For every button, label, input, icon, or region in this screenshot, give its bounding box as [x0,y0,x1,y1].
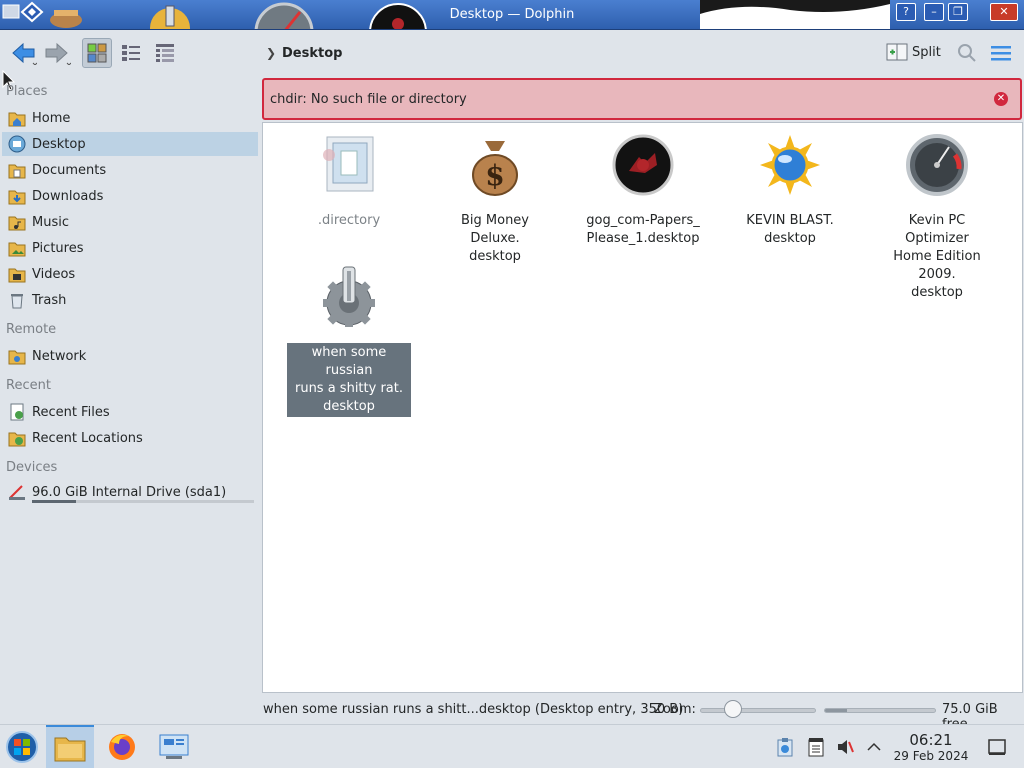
hamburger-menu-button[interactable] [986,38,1016,68]
error-message-text: chdir: No such file or directory [270,92,467,107]
taskbar-firefox[interactable] [100,725,144,768]
file-item-directory[interactable]: .directory [287,133,411,231]
compact-view-icon [122,45,140,61]
icons-view-button[interactable] [82,38,112,68]
zoom-slider-track[interactable] [700,708,816,713]
window-title: Desktop — Dolphin [449,7,575,22]
error-message-banner: chdir: No such file or directory ✕ [262,78,1022,120]
clock-date[interactable]: 29 Feb 2024 [886,749,976,763]
music-folder-icon [8,216,26,231]
breadcrumb-desktop[interactable]: Desktop [282,46,342,61]
sidebar-item-desktop[interactable]: Desktop [2,132,258,156]
split-label: Split [912,44,941,60]
videos-folder-icon [8,268,26,283]
free-space-bar [824,708,936,713]
sidebar-item-documents[interactable]: Documents [2,158,258,182]
free-space-fill [825,709,847,712]
svg-text:$: $ [485,159,504,192]
selection-info: when some russian runs a shitt...desktop… [263,702,684,717]
clock-time[interactable]: 06:21 [896,731,966,749]
drive-icon [9,485,25,500]
search-icon [958,44,976,62]
forward-button[interactable] [42,38,72,68]
file-item-kevin-pc-optimizer[interactable]: Kevin PC Optimizer Home Edition 2009. de… [875,133,999,303]
file-item-big-money-deluxe[interactable]: $ Big Money Deluxe. desktop [433,133,557,267]
show-desktop-icon[interactable] [988,737,1006,757]
gauge-icon [906,134,968,196]
pictures-folder-icon [8,242,26,257]
folder-icon [54,737,86,762]
sun-globe-icon [760,135,820,195]
arrow-right-icon [45,42,71,65]
notes-icon[interactable] [808,737,824,757]
split-view-icon [886,43,908,61]
drive-usage-bar [32,500,254,503]
sidebar-item-recent-files[interactable]: Recent Files [2,400,258,424]
network-folder-icon [8,350,26,365]
split-button[interactable]: Split [886,42,941,62]
sidebar-item-recent-locations[interactable]: Recent Locations [2,426,258,450]
sidebar-item-videos[interactable]: Videos [2,262,258,286]
start-menu-button[interactable] [0,725,44,768]
help-button[interactable]: ? [896,3,916,21]
drive-usage-fill [32,500,77,503]
details-view-button[interactable] [150,38,180,68]
remote-section-title: Remote [6,322,57,337]
chevron-right-icon: ❯ [266,46,277,60]
trash-icon [11,294,23,309]
documents-folder-icon [8,164,26,179]
desktop-icon [8,135,26,153]
system-settings-icon [159,734,189,759]
close-button[interactable]: ✕ [990,3,1018,21]
sidebar-item-network[interactable]: Network [2,344,258,368]
sidebar-item-music[interactable]: Music [2,210,258,234]
close-banner-button[interactable]: ✕ [994,92,1008,106]
hamburger-icon [991,46,1011,61]
file-item-russian-rat[interactable]: when some russian runs a shitty rat. des… [287,265,411,417]
recent-locations-icon [8,432,26,447]
minimize-button[interactable]: – [924,3,944,21]
clipboard-icon[interactable] [776,737,794,757]
places-section-title: Places [6,84,48,99]
zoom-slider-handle[interactable] [724,700,742,718]
sidebar-item-downloads[interactable]: Downloads [2,184,258,208]
start-orb-icon [6,731,38,763]
compact-view-button[interactable] [116,38,146,68]
devices-section-title: Devices [6,460,58,475]
status-bar: when some russian runs a shitt...desktop… [0,696,1024,732]
speaker-muted-icon[interactable] [836,737,854,757]
icons-view-icon [87,43,107,63]
file-item-kevin-blast[interactable]: KEVIN BLAST. desktop [728,133,852,249]
gear-icon [323,266,375,327]
zoom-label: Zoom: [654,702,696,717]
taskbar-dolphin[interactable] [46,725,94,768]
search-button[interactable] [952,38,982,68]
back-button[interactable] [8,38,38,68]
home-folder-icon [8,112,26,127]
papers-please-icon [612,134,674,196]
firefox-icon [109,734,135,760]
recent-section-title: Recent [6,378,51,393]
money-bag-icon: $ [472,141,518,196]
toolbar: ❯ Desktop Split [0,30,1024,76]
taskbar-system-settings[interactable] [152,725,196,768]
taskbar: 06:21 29 Feb 2024 [0,724,1024,768]
details-view-icon [156,44,174,62]
sidebar-item-pictures[interactable]: Pictures [2,236,258,260]
chevron-up-icon[interactable] [866,737,882,757]
config-file-icon [323,136,374,192]
arrow-left-icon [12,42,37,65]
maximize-button[interactable]: ❐ [948,3,968,21]
file-view[interactable]: .directory $ Big Money Deluxe. desktop g… [262,122,1023,693]
downloads-folder-icon [8,190,26,205]
places-panel: Places Home Desktop Documents Downloads … [0,76,260,724]
file-item-papers-please[interactable]: gog_com-Papers_ Please_1.desktop [581,133,705,249]
recent-files-icon [10,403,24,421]
sidebar-item-home[interactable]: Home [2,106,258,130]
window-titlebar[interactable]: Desktop — Dolphin ? – ❐ ✕ [0,0,1024,30]
sidebar-item-trash[interactable]: Trash [2,288,258,312]
